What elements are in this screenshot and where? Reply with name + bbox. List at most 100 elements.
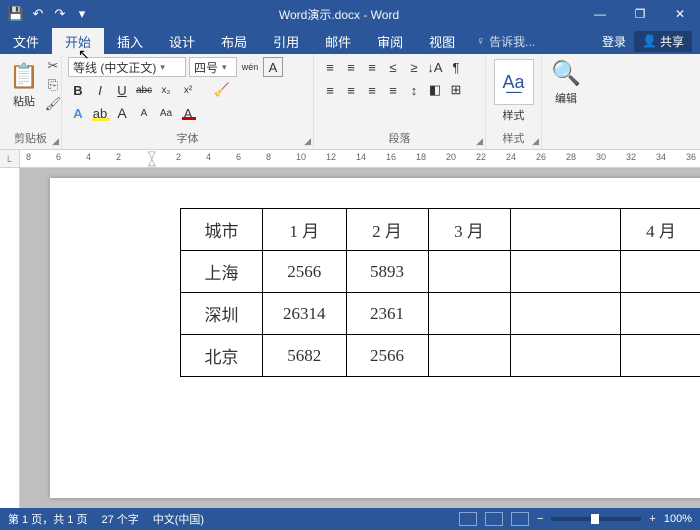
table-cell[interactable]	[620, 251, 700, 293]
borders-button[interactable]: ⊞	[446, 80, 466, 100]
subscript-button[interactable]: x₂	[156, 80, 176, 100]
minimize-button[interactable]: —	[580, 0, 620, 28]
view-web-icon[interactable]	[511, 512, 529, 526]
font-launcher-icon[interactable]: ◢	[304, 136, 311, 147]
cut-icon[interactable]: ✂	[44, 57, 62, 75]
shading-button[interactable]: ◧	[425, 80, 445, 100]
char-border-icon[interactable]: A	[263, 57, 283, 77]
table-header[interactable]: 1 月	[263, 209, 347, 251]
styles-gallery[interactable]: A͟a 样式	[492, 57, 535, 125]
strike-button[interactable]: abc	[134, 80, 154, 100]
indent-hanging-marker[interactable]: △	[148, 157, 156, 168]
show-marks-button[interactable]: ¶	[446, 57, 466, 77]
view-print-icon[interactable]	[485, 512, 503, 526]
table-cell[interactable]: 2361	[346, 293, 428, 335]
increase-indent-button[interactable]: ≥	[404, 57, 424, 77]
undo-icon[interactable]: ↶	[28, 4, 48, 24]
align-left-button[interactable]: ≡	[320, 80, 340, 100]
decrease-indent-button[interactable]: ≤	[383, 57, 403, 77]
text-effects-button[interactable]: A	[68, 103, 88, 123]
status-language[interactable]: 中文(中国)	[153, 511, 204, 527]
zoom-in-button[interactable]: +	[649, 513, 655, 525]
status-words[interactable]: 27 个字	[101, 511, 138, 527]
table-cell[interactable]: 5893	[346, 251, 428, 293]
table-cell[interactable]: 上海	[181, 251, 263, 293]
table-header[interactable]: 城市	[181, 209, 263, 251]
clear-format-icon[interactable]: 🧹	[212, 80, 232, 100]
font-name-combo[interactable]: 等线 (中文正文)▾	[68, 57, 186, 77]
document-viewport[interactable]: 城市 1 月 2 月 3 月 4 月 上海 2566 5893 深圳	[20, 168, 700, 508]
table-cell[interactable]	[510, 251, 620, 293]
tab-review[interactable]: 审阅	[364, 28, 416, 54]
tab-design[interactable]: 设计	[156, 28, 208, 54]
format-painter-icon[interactable]: 🖌	[44, 95, 62, 113]
login-link[interactable]: 登录	[602, 33, 626, 50]
close-button[interactable]: ✕	[660, 0, 700, 28]
table-cell[interactable]: 深圳	[181, 293, 263, 335]
table-header[interactable]	[510, 209, 620, 251]
status-page[interactable]: 第 1 页，共 1 页	[8, 511, 87, 527]
zoom-out-button[interactable]: −	[537, 513, 543, 525]
table-cell[interactable]	[510, 335, 620, 377]
grow-font-button[interactable]: A	[112, 103, 132, 123]
tell-me[interactable]: ♀告诉我...	[468, 28, 543, 54]
multilevel-button[interactable]: ≡	[362, 57, 382, 77]
bold-button[interactable]: B	[68, 80, 88, 100]
table-cell[interactable]	[620, 335, 700, 377]
table-header[interactable]: 3 月	[428, 209, 510, 251]
horizontal-ruler[interactable]: 8 6 4 2 2 4 6 8 10 12 14 16 18 20 22 24 …	[20, 150, 700, 168]
bullets-button[interactable]: ≡	[320, 57, 340, 77]
data-table[interactable]: 城市 1 月 2 月 3 月 4 月 上海 2566 5893 深圳	[180, 208, 700, 377]
font-size-combo[interactable]: 四号▾	[189, 57, 237, 77]
align-center-button[interactable]: ≡	[341, 80, 361, 100]
save-icon[interactable]: 💾	[6, 4, 26, 24]
sort-button[interactable]: ↓A	[425, 57, 445, 77]
table-cell[interactable]	[428, 251, 510, 293]
vertical-ruler[interactable]	[0, 168, 20, 508]
superscript-button[interactable]: x²	[178, 80, 198, 100]
paragraph-launcher-icon[interactable]: ◢	[476, 136, 483, 147]
zoom-level[interactable]: 100%	[664, 513, 692, 525]
tab-home[interactable]: 开始	[52, 28, 104, 54]
tab-mail[interactable]: 邮件	[312, 28, 364, 54]
font-color-button[interactable]: A	[178, 103, 198, 123]
numbering-button[interactable]: ≡	[341, 57, 361, 77]
align-right-button[interactable]: ≡	[362, 80, 382, 100]
table-cell[interactable]: 北京	[181, 335, 263, 377]
table-cell[interactable]	[428, 335, 510, 377]
view-read-icon[interactable]	[459, 512, 477, 526]
table-cell[interactable]: 2566	[263, 251, 347, 293]
styles-launcher-icon[interactable]: ◢	[532, 136, 539, 147]
table-cell[interactable]: 26314	[263, 293, 347, 335]
qat-customize-icon[interactable]: ▾	[72, 4, 92, 24]
table-cell[interactable]: 5682	[263, 335, 347, 377]
tab-view[interactable]: 视图	[416, 28, 468, 54]
share-button[interactable]: 👤共享	[634, 31, 692, 52]
line-spacing-button[interactable]: ↕	[404, 80, 424, 100]
table-cell[interactable]: 2566	[346, 335, 428, 377]
ruler-corner[interactable]: L	[0, 150, 20, 168]
redo-icon[interactable]: ↷	[50, 4, 70, 24]
copy-icon[interactable]: ⎘	[44, 76, 62, 94]
change-case-button[interactable]: Aa	[156, 103, 176, 123]
table-cell[interactable]	[510, 293, 620, 335]
tab-references[interactable]: 引用	[260, 28, 312, 54]
tab-file[interactable]: 文件	[0, 28, 52, 54]
highlight-button[interactable]: ab	[90, 103, 110, 123]
table-header[interactable]: 2 月	[346, 209, 428, 251]
tab-layout[interactable]: 布局	[208, 28, 260, 54]
shrink-font-button[interactable]: A	[134, 103, 154, 123]
table-cell[interactable]	[428, 293, 510, 335]
zoom-slider[interactable]	[551, 517, 641, 521]
table-header[interactable]: 4 月	[620, 209, 700, 251]
table-cell[interactable]	[620, 293, 700, 335]
paste-button[interactable]: 📋 粘贴	[6, 57, 42, 113]
clipboard-launcher-icon[interactable]: ◢	[52, 136, 59, 147]
maximize-button[interactable]: ❐	[620, 0, 660, 28]
italic-button[interactable]: I	[90, 80, 110, 100]
underline-button[interactable]: U	[112, 80, 132, 100]
align-justify-button[interactable]: ≡	[383, 80, 403, 100]
pinyin-guide-icon[interactable]: wén	[240, 57, 260, 77]
editing-menu[interactable]: 🔍 编辑	[548, 57, 584, 108]
tab-insert[interactable]: 插入	[104, 28, 156, 54]
